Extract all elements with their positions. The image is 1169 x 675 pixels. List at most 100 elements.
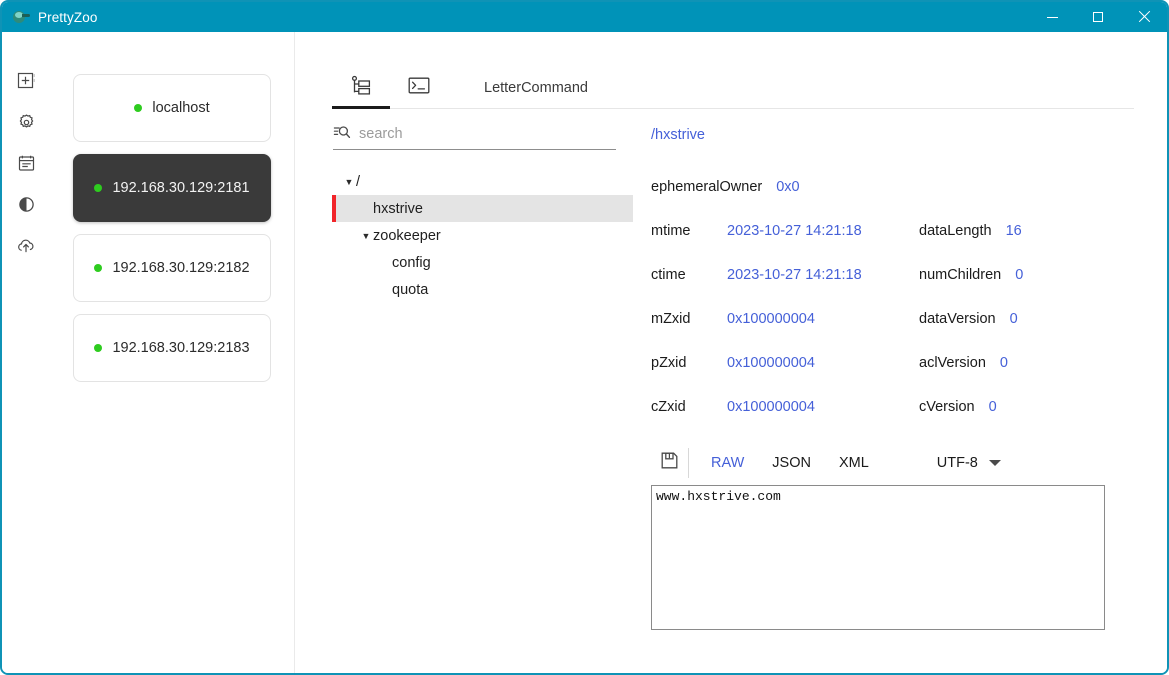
close-icon (1138, 11, 1150, 23)
property-row: pZxid 0x100000004 aclVersion 0 (643, 341, 1167, 385)
property-row: ctime 2023-10-27 14:21:18 numChildren 0 (643, 253, 1167, 297)
settings-gear-icon[interactable] (15, 111, 37, 133)
app-body: localhost 192.168.30.129:2181 192.168.30… (2, 32, 1167, 673)
encoding-label: UTF-8 (936, 455, 978, 471)
status-dot-icon (94, 344, 103, 352)
chevron-down-icon (988, 460, 1001, 466)
property-acl-version: aclVersion 0 (911, 355, 1161, 371)
maximize-button[interactable] (1075, 2, 1121, 32)
node-tree: ▼ / ▼ hxstrive ▼ zookeeper ▼ (332, 168, 633, 303)
server-list: localhost 192.168.30.129:2181 192.168.30… (50, 32, 294, 673)
theme-contrast-icon[interactable] (15, 193, 37, 215)
property-key: dataLength (919, 223, 992, 239)
main-panel: LetterCommand search ▼ / hxstrive ▼ zook… (295, 32, 1167, 673)
tab-content: ▼ / ▼ hxstrive ▼ zookeeper ▼ (295, 109, 1167, 673)
app-logo-icon (12, 8, 30, 26)
property-value: 0 (1015, 267, 1024, 283)
tree-node-hxstrive[interactable]: ▼ hxstrive (332, 195, 633, 222)
property-ctime: ctime 2023-10-27 14:21:18 (643, 267, 911, 283)
property-num-children: numChildren 0 (911, 267, 1161, 283)
node-data-editor[interactable] (651, 485, 1105, 630)
property-key: numChildren (919, 267, 1002, 283)
property-value: 0 (988, 399, 997, 415)
property-row: cZxid 0x100000004 cVersion 0 (643, 385, 1167, 429)
maximize-icon (1093, 12, 1103, 22)
chevron-down-icon[interactable]: ▼ (359, 231, 373, 241)
tree-node-quota[interactable]: ▼ quota (332, 276, 633, 303)
chevron-down-icon[interactable]: ▼ (342, 177, 356, 187)
app-title: PrettyZoo (38, 9, 98, 25)
terminal-icon (408, 77, 430, 99)
tab-node-tree[interactable] (332, 68, 390, 109)
save-button[interactable] (651, 448, 689, 478)
node-path-label: /hxstrive (651, 127, 705, 143)
property-key: ephemeralOwner (651, 179, 763, 195)
server-item-localhost[interactable]: localhost (73, 74, 271, 142)
server-item-2181[interactable]: 192.168.30.129:2181 (73, 154, 271, 222)
tree-node-label: quota (392, 281, 429, 298)
format-raw-button[interactable]: RAW (707, 455, 748, 471)
property-key: cVersion (919, 399, 975, 415)
property-value: 0 (1009, 311, 1018, 327)
search-bar (333, 123, 616, 150)
property-key: mZxid (651, 311, 691, 327)
property-row: mtime 2023-10-27 14:21:18 dataLength 16 (643, 209, 1167, 253)
property-value: 0x0 (776, 179, 800, 195)
status-dot-icon (94, 184, 103, 192)
format-json-button[interactable]: JSON (768, 455, 815, 471)
format-xml-button[interactable]: XML (835, 455, 873, 471)
tree-node-label: hxstrive (373, 200, 423, 217)
property-value: 0 (999, 355, 1008, 371)
property-key: pZxid (651, 355, 687, 371)
tree-node-label: zookeeper (373, 227, 441, 244)
tree-node-zookeeper[interactable]: ▼ zookeeper (332, 222, 633, 249)
property-mzxid: mZxid 0x100000004 (643, 311, 911, 327)
tab-letter-command[interactable]: LetterCommand (470, 68, 602, 108)
property-value: 0x100000004 (727, 355, 815, 371)
floppy-save-icon (660, 451, 679, 475)
tree-node-label: / (356, 173, 361, 190)
server-item-2182[interactable]: 192.168.30.129:2182 (73, 234, 271, 302)
tree-node-root[interactable]: ▼ / (332, 168, 633, 195)
server-item-2183[interactable]: 192.168.30.129:2183 (73, 314, 271, 382)
property-value: 0x100000004 (727, 399, 815, 415)
clipboard-notes-icon[interactable] (15, 152, 37, 174)
property-pzxid: pZxid 0x100000004 (643, 355, 911, 371)
property-value: 0x100000004 (727, 311, 815, 327)
server-label: 192.168.30.129:2181 (112, 180, 250, 196)
close-button[interactable] (1121, 2, 1167, 32)
search-input[interactable] (359, 123, 594, 145)
property-ephemeral-owner: ephemeralOwner 0x0 (643, 179, 911, 195)
node-detail-panel: /hxstrive ephemeralOwner 0x0 mtime 2023-… (633, 109, 1167, 673)
server-label: 192.168.30.129:2182 (112, 260, 250, 276)
property-data-version: dataVersion 0 (911, 311, 1161, 327)
server-label: localhost (152, 100, 210, 116)
status-dot-icon (94, 264, 103, 272)
property-czxid: cZxid 0x100000004 (643, 399, 911, 415)
property-key: aclVersion (919, 355, 986, 371)
property-key: ctime (651, 267, 686, 283)
cloud-upload-icon[interactable] (15, 234, 37, 256)
tree-hierarchy-icon (350, 75, 373, 101)
tree-node-config[interactable]: ▼ config (332, 249, 633, 276)
tab-terminal[interactable] (390, 68, 448, 108)
property-key: mtime (651, 223, 691, 239)
property-key: cZxid (651, 399, 686, 415)
status-dot-icon (134, 104, 143, 112)
property-row: ephemeralOwner 0x0 (643, 165, 1167, 209)
property-value: 2023-10-27 14:21:18 (727, 223, 862, 239)
app-window: PrettyZoo localhost 192.168.30.129:2181 … (0, 0, 1169, 675)
minimize-button[interactable] (1029, 2, 1075, 32)
property-c-version: cVersion 0 (911, 399, 1161, 415)
node-tree-column: ▼ / ▼ hxstrive ▼ zookeeper ▼ (332, 109, 633, 673)
encoding-dropdown[interactable]: UTF-8 (937, 455, 1001, 471)
title-bar: PrettyZoo (2, 2, 1167, 32)
server-label: 192.168.30.129:2183 (112, 340, 250, 356)
property-mtime: mtime 2023-10-27 14:21:18 (643, 223, 911, 239)
search-filter-icon (333, 124, 351, 145)
icon-rail (2, 32, 50, 673)
property-value: 2023-10-27 14:21:18 (727, 267, 862, 283)
add-server-icon[interactable] (15, 70, 37, 92)
editor-toolbar: RAW JSON XML UTF-8 (651, 445, 1105, 481)
property-data-length: dataLength 16 (911, 223, 1161, 239)
